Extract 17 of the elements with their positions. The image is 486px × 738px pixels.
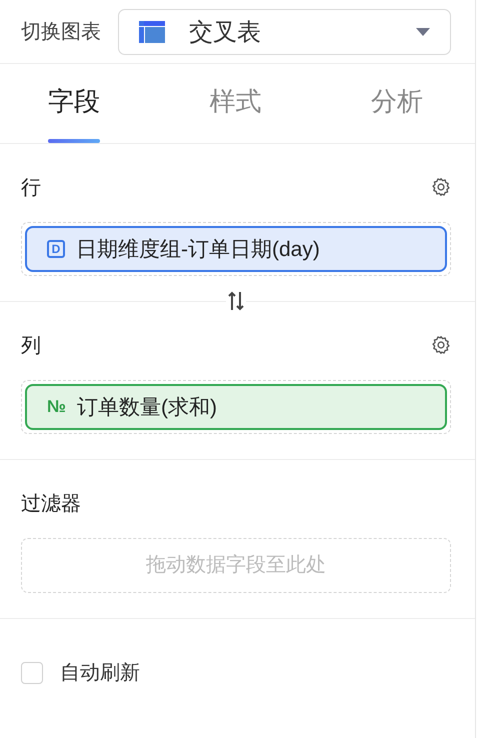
settings-icon[interactable] [431, 177, 451, 197]
table-icon [139, 20, 165, 42]
checkbox[interactable] [21, 662, 43, 684]
checkbox-label: 自动刷新 [60, 661, 140, 686]
section-title: 行 [21, 176, 41, 200]
tab[interactable]: 样式 [210, 62, 262, 141]
chart-switch-label: 切换图表 [21, 20, 101, 45]
tab[interactable]: 字段 [48, 62, 100, 141]
number-field-icon: № [47, 397, 66, 417]
tab[interactable]: 分析 [371, 62, 423, 141]
settings-icon[interactable] [431, 335, 451, 355]
section-title: 过滤器 [21, 492, 81, 516]
drop-placeholder: 拖动数据字段至此处 [145, 553, 327, 578]
caret-icon [416, 28, 430, 36]
section-title: 列 [21, 334, 41, 358]
chart-type-select[interactable]: 交叉表 [118, 8, 451, 54]
date-field-icon: D [47, 240, 65, 258]
